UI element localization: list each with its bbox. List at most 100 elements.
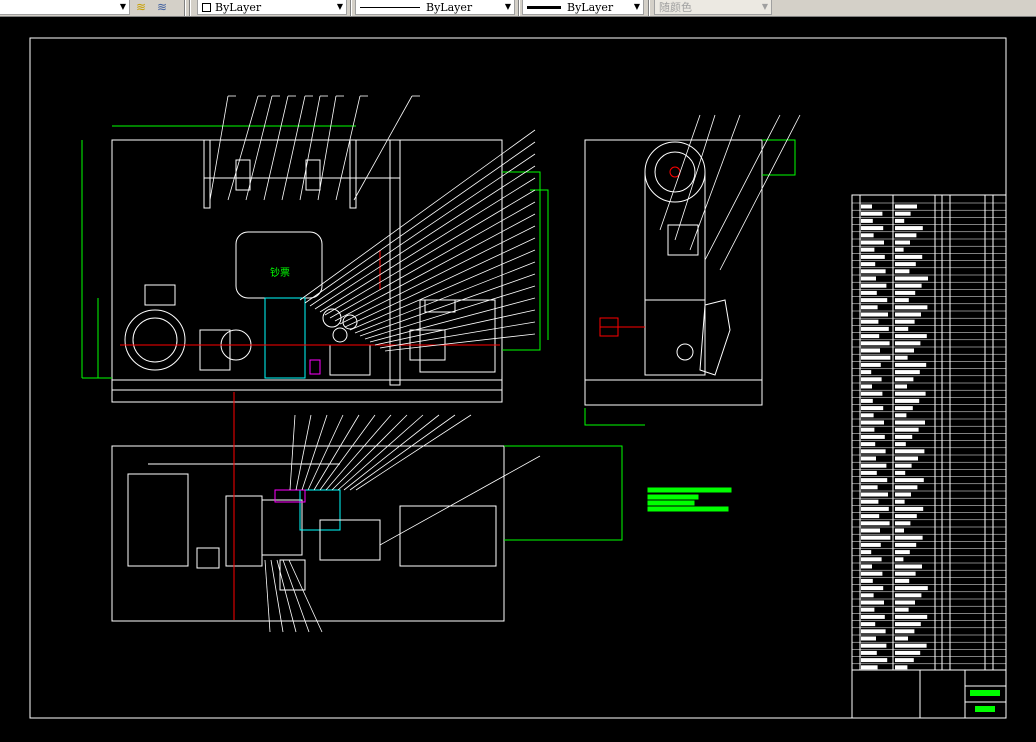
table-cell-text xyxy=(895,665,908,670)
table-cell-text xyxy=(895,290,916,295)
table-cell-text xyxy=(895,262,916,267)
table-cell-text xyxy=(895,384,907,389)
table-cell-text xyxy=(895,456,918,461)
table-cell-text xyxy=(895,629,915,634)
table-cell-text xyxy=(861,463,887,468)
chevron-down-icon: ▼ xyxy=(504,2,511,11)
table-cell-text xyxy=(861,341,890,346)
front-view-text: 钞票 xyxy=(270,266,290,279)
table-cell-text xyxy=(861,377,882,382)
table-cell-text xyxy=(861,247,875,252)
table-cell-text xyxy=(861,521,890,526)
leader-line xyxy=(704,114,781,261)
table-cell-text xyxy=(895,226,923,231)
table-cell-text xyxy=(861,607,875,612)
leader-line xyxy=(379,455,541,546)
linetype-sample xyxy=(360,6,420,8)
layer-previous-icon[interactable]: ≋ xyxy=(136,0,146,14)
table-cell-text xyxy=(861,665,878,670)
leader-line xyxy=(307,414,344,491)
plotstyle-control: 随颜色 ▼ xyxy=(654,0,772,15)
leader-line xyxy=(674,114,716,241)
table-cell-text xyxy=(861,434,885,439)
leader-line xyxy=(353,95,413,201)
table-cell-text xyxy=(895,449,925,454)
leader-line xyxy=(313,414,360,491)
table-cell-text xyxy=(895,542,917,547)
table-cell-text xyxy=(861,499,879,504)
table-cell-text xyxy=(895,341,921,346)
table-cell-text xyxy=(861,622,876,627)
table-cell-text xyxy=(861,226,884,231)
layer-states-icon[interactable]: ≋ xyxy=(157,0,167,14)
parts-list-table xyxy=(851,194,1007,671)
table-cell-text xyxy=(861,658,888,663)
lineweight-control[interactable]: ByLayer ▼ xyxy=(522,0,644,15)
table-cell-text xyxy=(861,535,891,540)
table-cell-text xyxy=(895,600,915,605)
table-cell-text xyxy=(895,406,913,411)
leader-line xyxy=(349,414,456,491)
table-cell-text xyxy=(861,478,888,483)
table-cell-text xyxy=(895,550,910,555)
title-block xyxy=(851,669,1007,719)
color-control[interactable]: ByLayer ▼ xyxy=(197,0,347,15)
table-cell-text xyxy=(861,449,886,454)
color-control-value: ByLayer xyxy=(215,0,262,14)
table-cell-text xyxy=(895,348,914,353)
table-cell-text xyxy=(895,564,922,569)
table-cell-text xyxy=(861,650,877,655)
leader-line xyxy=(289,414,296,491)
table-cell-text xyxy=(895,586,928,591)
table-cell-text xyxy=(861,276,876,281)
table-cell-text xyxy=(861,319,879,324)
table-cell-text xyxy=(895,334,927,339)
leader-line xyxy=(281,95,306,201)
linetype-control[interactable]: ByLayer ▼ xyxy=(355,0,515,15)
leader-line xyxy=(349,249,536,331)
layer-dropdown-tail[interactable]: ▼ xyxy=(0,0,130,15)
leader-line xyxy=(369,297,536,343)
table-cell-text xyxy=(861,578,873,583)
leader-line xyxy=(227,95,259,201)
leader-line xyxy=(334,213,536,322)
table-cell-text xyxy=(895,463,912,468)
front-view xyxy=(111,139,503,403)
table-cell-text xyxy=(895,442,906,447)
table-cell-text xyxy=(895,434,913,439)
leader-line xyxy=(299,129,536,301)
table-cell-text xyxy=(895,370,920,375)
table-cell-text xyxy=(861,355,891,360)
table-cell-text xyxy=(895,211,911,216)
table-cell-text xyxy=(895,218,905,223)
plotstyle-control-value: 随颜色 xyxy=(659,1,692,14)
leader-line xyxy=(331,414,408,491)
table-cell-text xyxy=(895,658,914,663)
table-cell-text xyxy=(861,312,888,317)
leader-line xyxy=(309,153,536,307)
table-cell-text xyxy=(861,384,872,389)
table-cell-text xyxy=(861,557,882,562)
table-cell-text xyxy=(861,211,883,216)
leader-line xyxy=(295,414,312,491)
table-cell-text xyxy=(895,377,914,382)
chevron-down-icon: ▼ xyxy=(761,2,768,11)
table-cell-text xyxy=(895,391,926,396)
table-cell-text xyxy=(895,499,905,504)
table-cell-text xyxy=(861,528,880,533)
chevron-down-icon: ▼ xyxy=(119,2,126,11)
table-cell-text xyxy=(895,305,928,310)
leader-line xyxy=(689,114,741,251)
table-cell-text xyxy=(895,204,917,209)
table-cell-text xyxy=(895,492,911,497)
table-cell-text xyxy=(895,362,927,367)
table-cell-text xyxy=(895,607,909,612)
table-cell-text xyxy=(895,355,908,360)
drawing-canvas[interactable]: 钞票 xyxy=(0,18,1036,742)
leader-line xyxy=(339,225,536,325)
table-cell-text xyxy=(861,254,885,259)
front-view-label: 钞票 xyxy=(270,266,290,279)
leader-line xyxy=(319,177,536,313)
table-cell-text xyxy=(861,398,873,403)
table-cell-text xyxy=(861,218,873,223)
